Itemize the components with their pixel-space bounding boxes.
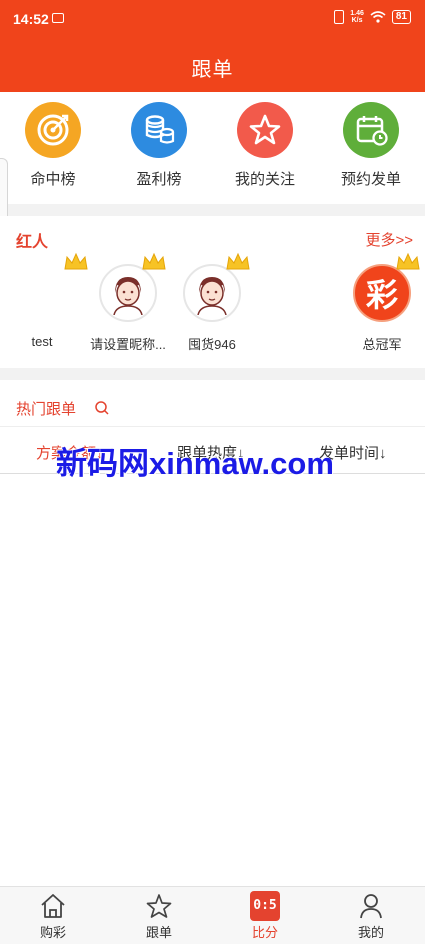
- nav-score[interactable]: 0:5 比分: [230, 891, 300, 941]
- app-header: 14:52 1.46 K/s 81 跟单: [0, 0, 425, 92]
- crown-icon: [226, 252, 250, 270]
- star-outline-icon: [146, 894, 172, 918]
- nav-label: 比分: [251, 925, 278, 940]
- list-area: [0, 474, 425, 886]
- avatar: [13, 252, 88, 322]
- avatar: [183, 252, 250, 322]
- category-profit-rank[interactable]: 盈利榜: [114, 102, 204, 189]
- network-speed: 1.46 K/s: [350, 10, 364, 24]
- status-right: 1.46 K/s 81: [334, 10, 411, 24]
- search-icon[interactable]: [94, 400, 110, 416]
- category-label: 命中榜: [30, 171, 76, 188]
- person-name: 总冠军: [362, 337, 402, 352]
- avatar: [99, 252, 166, 322]
- avatar-text: 彩: [365, 276, 398, 314]
- category-label: 我的关注: [234, 171, 295, 188]
- vibrate-icon: [334, 10, 345, 24]
- category-bar: 命中榜 盈利榜 我的关注 预约发单: [0, 92, 425, 204]
- nav-label: 购彩: [39, 925, 66, 940]
- target-icon: [25, 102, 81, 158]
- category-label: 预约发单: [340, 171, 401, 188]
- category-schedule-post[interactable]: 预约发单: [326, 102, 416, 189]
- bottom-nav: 购彩 跟单 0:5 比分 我的: [0, 886, 425, 944]
- face-icon: [197, 277, 227, 315]
- status-bar: 14:52 1.46 K/s 81: [0, 0, 425, 40]
- nav-label: 跟单: [145, 925, 172, 940]
- red-people-section: 红人 更多>> test 请设置昵称... 囤货946 彩 总冠军: [0, 216, 425, 368]
- home-icon: [41, 894, 65, 918]
- watermark: 新码网xinmaw.com: [56, 446, 334, 481]
- category-label: 盈利榜: [136, 171, 182, 188]
- category-hit-rank[interactable]: 命中榜: [8, 102, 98, 189]
- face-icon: [113, 277, 143, 315]
- divider: [0, 426, 425, 427]
- red-person-item[interactable]: 囤货946: [162, 252, 262, 353]
- person-name: 囤货946: [188, 337, 236, 352]
- user-icon: [360, 894, 382, 919]
- nav-label: 我的: [357, 925, 384, 940]
- nav-mine[interactable]: 我的: [336, 891, 406, 941]
- section-title: 热门跟单: [16, 401, 77, 418]
- coins-icon: [131, 102, 187, 158]
- red-person-item[interactable]: 彩 总冠军: [332, 252, 425, 353]
- star-icon: [237, 102, 293, 158]
- calendar-icon: [343, 102, 399, 158]
- wifi-icon: [370, 11, 386, 23]
- page-title: 跟单: [191, 59, 234, 81]
- score-icon: 0:5: [250, 891, 280, 921]
- nav-buy-lottery[interactable]: 购彩: [18, 891, 88, 941]
- status-time: 14:52: [13, 11, 49, 27]
- nav-follow[interactable]: 跟单: [124, 891, 194, 941]
- section-title: 红人: [16, 234, 49, 251]
- battery-indicator: 81: [391, 10, 411, 24]
- lottery-logo-icon: 彩: [353, 252, 420, 322]
- crown-icon: [396, 252, 420, 270]
- more-link[interactable]: 更多>>: [365, 229, 413, 250]
- screen-record-icon: [52, 13, 64, 23]
- category-my-follow[interactable]: 我的关注: [220, 102, 310, 189]
